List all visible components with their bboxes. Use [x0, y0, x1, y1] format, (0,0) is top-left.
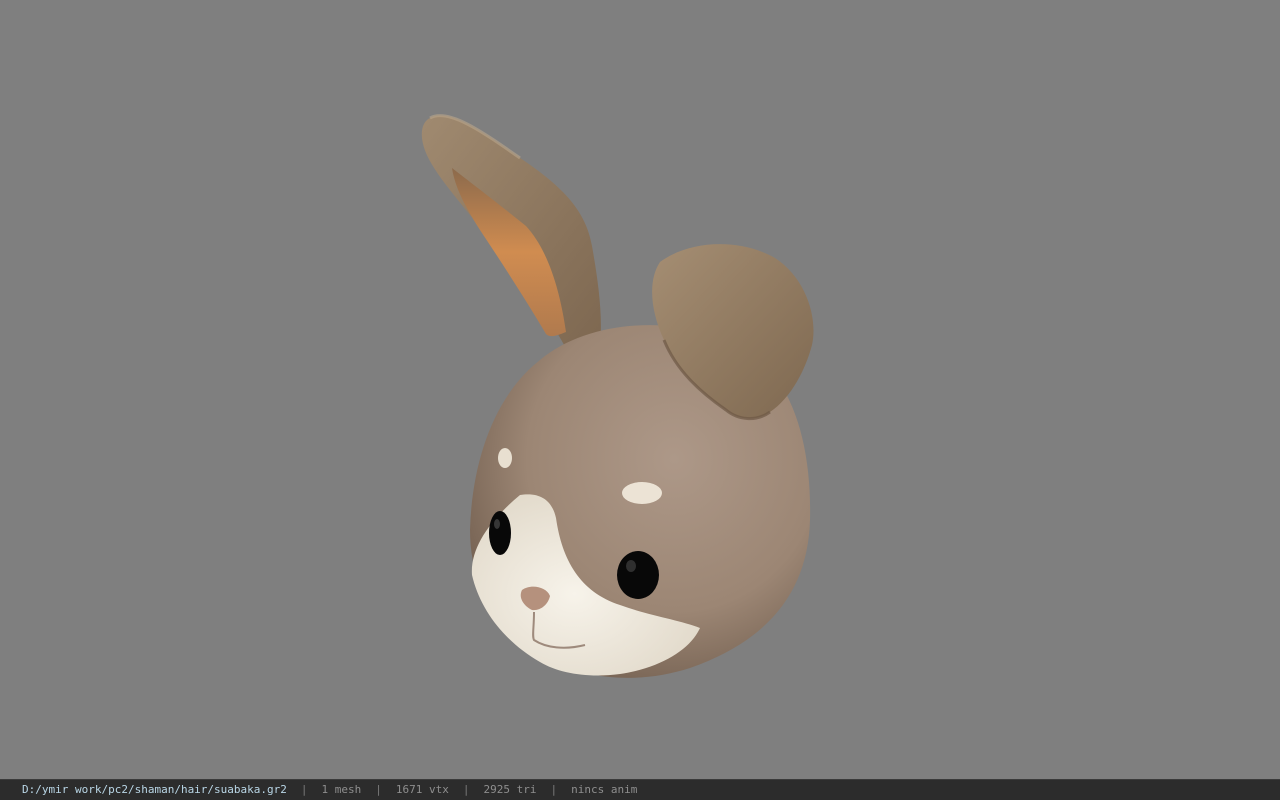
- right-eye: [617, 551, 659, 599]
- left-eye: [489, 511, 511, 555]
- triangle-count: 2925 tri: [483, 783, 537, 796]
- mesh-count: 1 mesh: [321, 783, 362, 796]
- file-path: D:/ymir work/pc2/shaman/hair/suabaka.gr2: [22, 783, 287, 796]
- bunny-head-model[interactable]: [0, 0, 1280, 779]
- separator: |: [375, 783, 382, 796]
- forehead-spot: [622, 482, 662, 504]
- vertex-count: 1671 vtx: [395, 783, 449, 796]
- cheek-spot: [498, 448, 512, 468]
- separator: |: [300, 783, 308, 796]
- status-bar: D:/ymir work/pc2/shaman/hair/suabaka.gr2…: [0, 779, 1280, 800]
- separator: |: [462, 783, 470, 796]
- 3d-viewport[interactable]: [0, 0, 1280, 779]
- left-ear: [421, 114, 601, 354]
- anim-info: nincs anim: [571, 783, 638, 796]
- separator: |: [550, 783, 558, 796]
